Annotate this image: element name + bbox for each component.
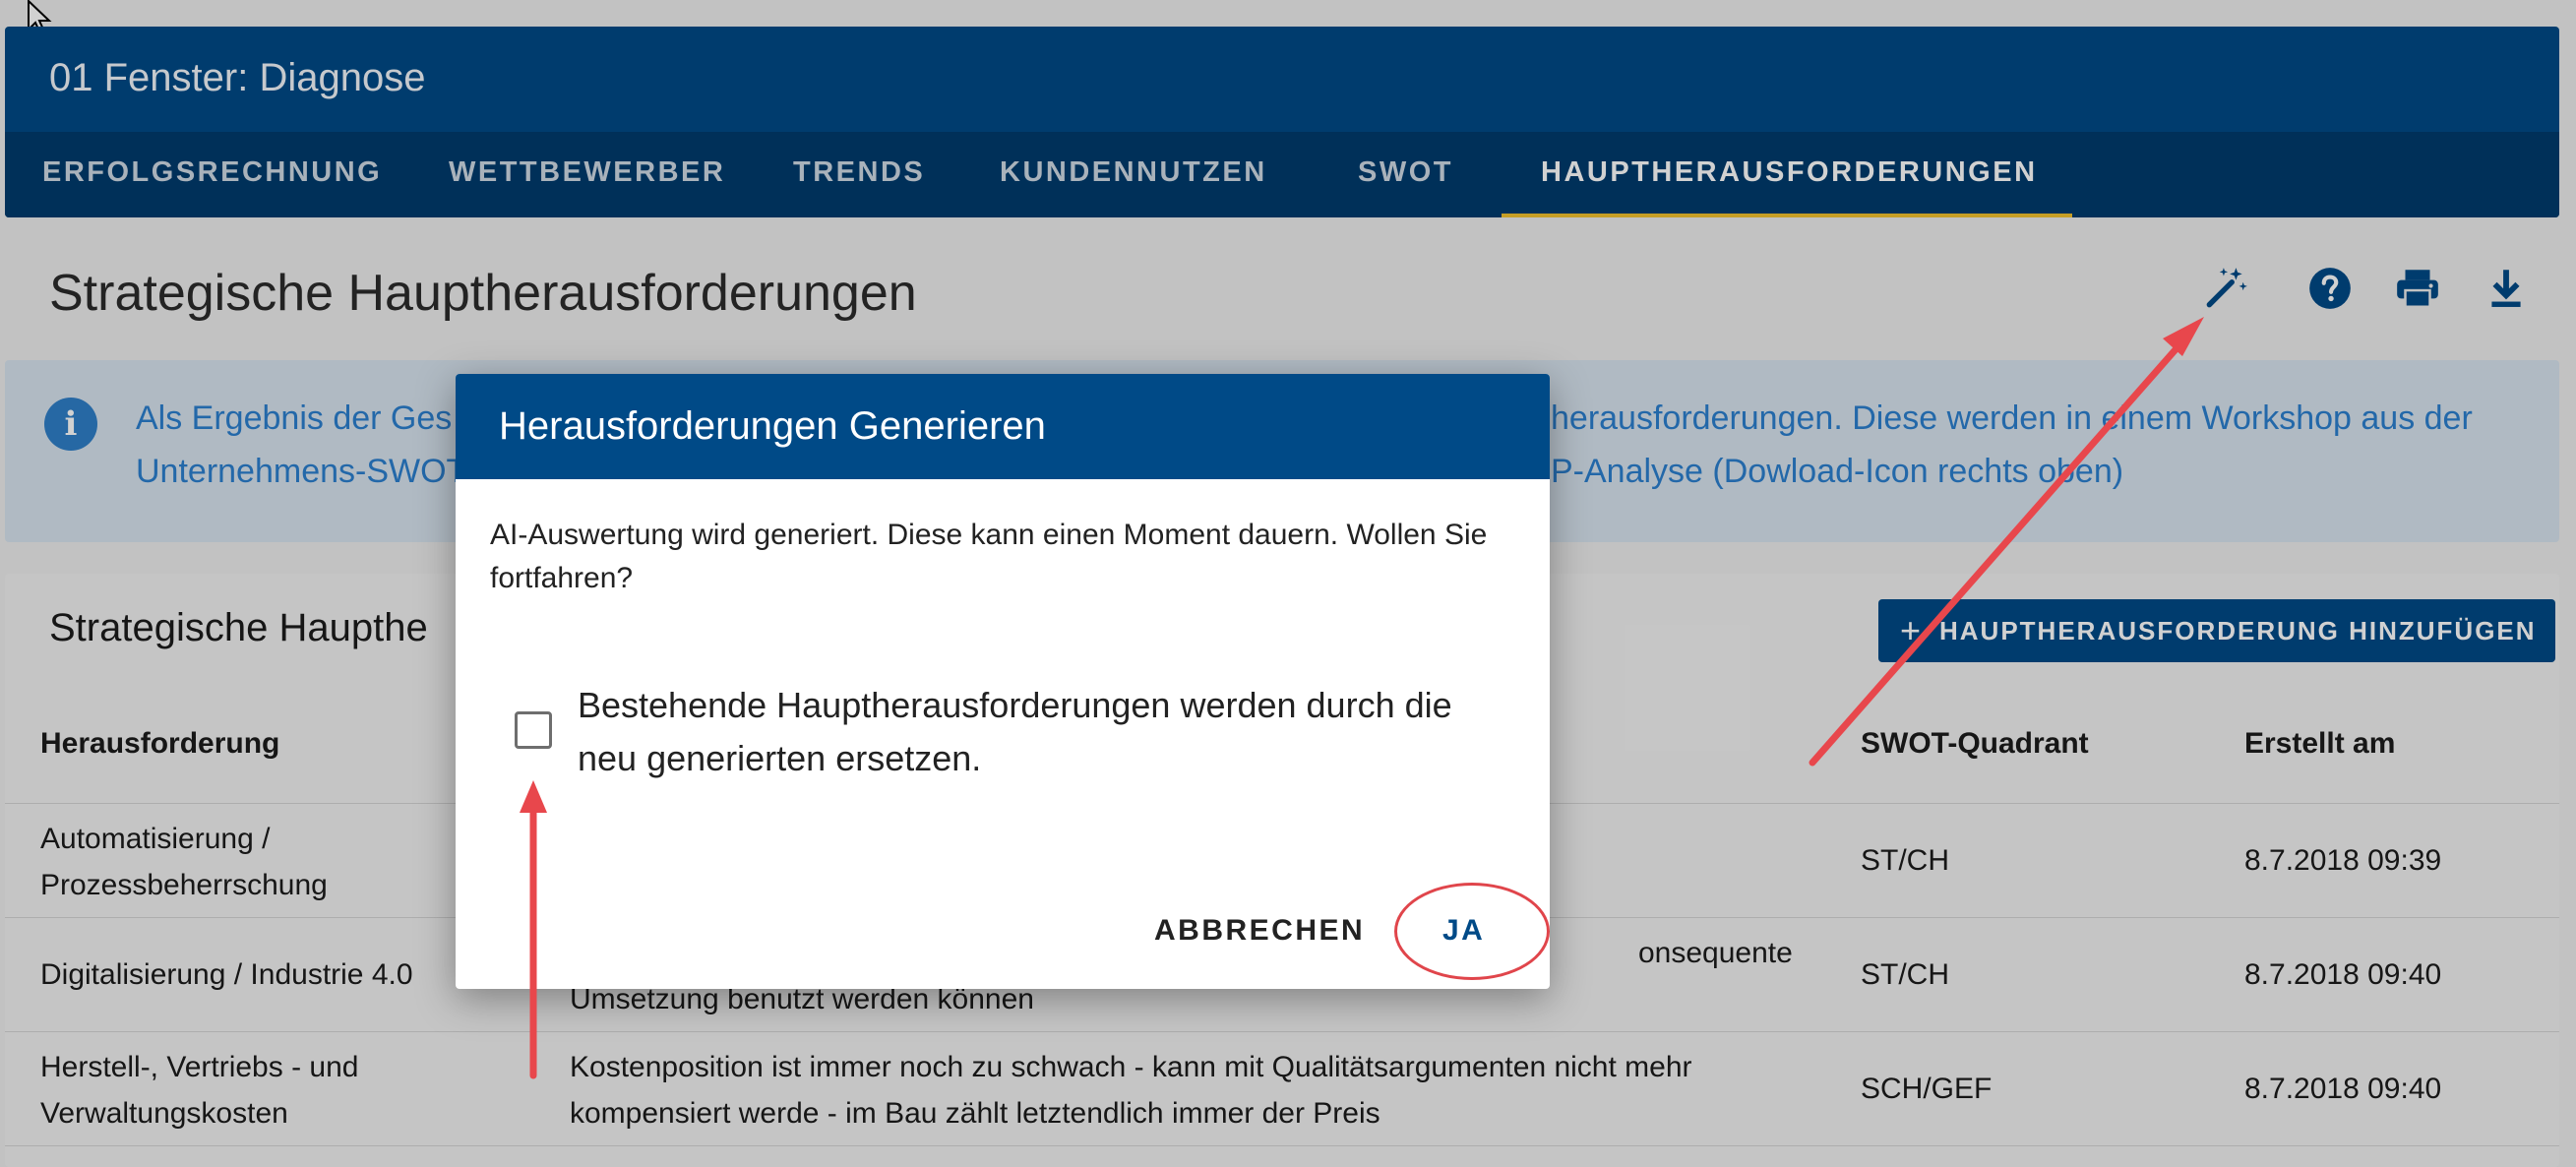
arrow-to-magic-wand [1809,336,2188,767]
arrow-head [2163,317,2204,356]
arrow-head [520,780,547,813]
annotation-arrows [520,317,2204,1079]
